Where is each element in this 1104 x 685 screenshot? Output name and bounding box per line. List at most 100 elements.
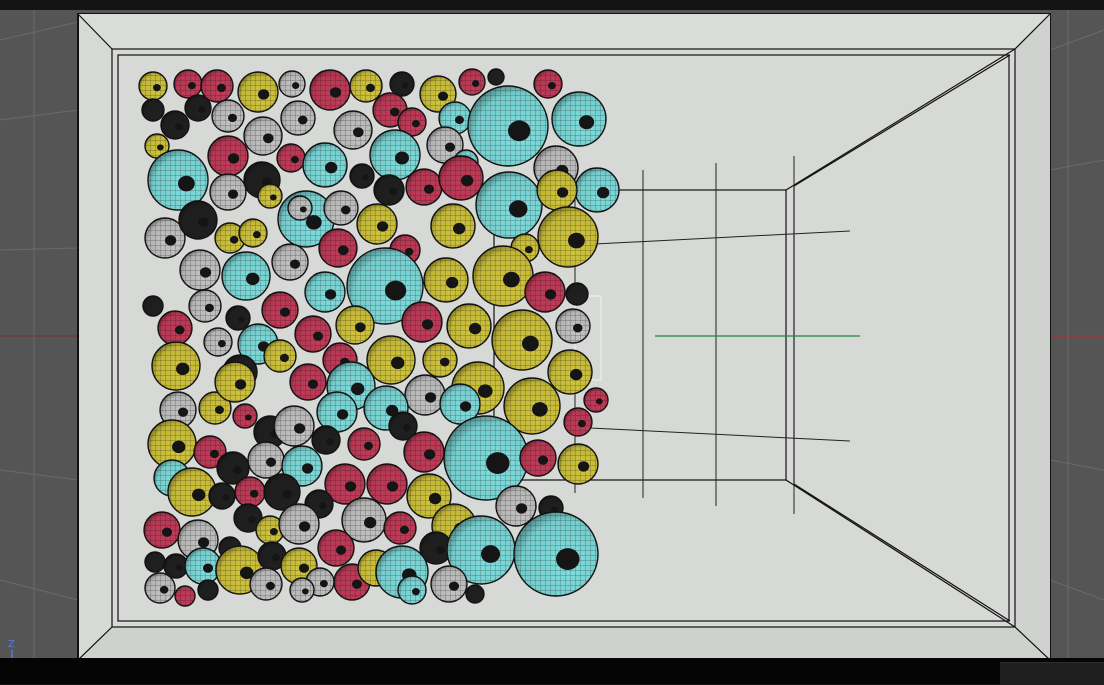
- cyan-sphere: [304, 271, 346, 313]
- pink-sphere: [276, 143, 306, 173]
- yellow-sphere: [366, 335, 416, 385]
- pink-sphere: [261, 291, 299, 329]
- cyan-sphere: [475, 171, 543, 239]
- dark-sphere: [160, 110, 190, 140]
- gray-sphere: [278, 503, 320, 545]
- axis-z-label: Z: [8, 639, 15, 650]
- cyan-sphere: [551, 91, 607, 147]
- yellow-sphere: [257, 183, 283, 209]
- yellow-sphere: [422, 342, 458, 378]
- dark-sphere: [178, 200, 218, 240]
- dark-sphere: [225, 305, 251, 331]
- dark-sphere: [184, 94, 212, 122]
- cyan-sphere: [302, 142, 348, 188]
- yellow-sphere: [537, 206, 599, 268]
- dark-sphere: [208, 482, 236, 510]
- yellow-sphere: [237, 71, 279, 113]
- 3d-viewport[interactable]: Z X: [0, 10, 1104, 658]
- dark-sphere: [197, 579, 219, 601]
- yellow-sphere: [547, 349, 593, 395]
- gray-sphere: [188, 289, 222, 323]
- yellow-sphere: [214, 361, 256, 403]
- dark-sphere: [141, 98, 165, 122]
- pink-sphere: [583, 387, 609, 413]
- yellow-sphere: [430, 203, 476, 249]
- gray-sphere: [249, 567, 283, 601]
- yellow-sphere: [138, 71, 168, 101]
- pink-sphere: [458, 68, 486, 96]
- gray-sphere: [289, 577, 315, 603]
- yellow-sphere: [238, 218, 268, 248]
- scene-render[interactable]: [0, 10, 1104, 658]
- yellow-sphere: [263, 339, 297, 373]
- yellow-sphere: [349, 69, 383, 103]
- cyan-sphere: [397, 575, 427, 605]
- status-bar-panel: [1000, 662, 1104, 685]
- gray-sphere: [273, 405, 315, 447]
- gray-sphere: [404, 374, 446, 416]
- dark-sphere: [144, 551, 166, 573]
- dark-sphere: [142, 295, 164, 317]
- gray-sphere: [243, 116, 283, 156]
- dark-sphere: [373, 174, 405, 206]
- pink-sphere: [403, 431, 445, 473]
- pink-sphere: [143, 511, 181, 549]
- yellow-sphere: [423, 257, 469, 303]
- pink-sphere: [294, 315, 332, 353]
- pink-sphere: [174, 585, 196, 607]
- gray-sphere: [333, 110, 373, 150]
- dark-sphere: [487, 68, 505, 86]
- yellow-sphere: [151, 341, 201, 391]
- cyan-sphere: [513, 511, 599, 597]
- pink-sphere: [318, 228, 358, 268]
- pink-sphere: [289, 363, 327, 401]
- dark-sphere: [311, 425, 341, 455]
- pink-sphere: [401, 301, 443, 343]
- pink-sphere: [533, 69, 563, 99]
- pink-sphere: [173, 69, 203, 99]
- axis-gizmo: Z X: [2, 640, 42, 658]
- cyan-sphere: [574, 167, 620, 213]
- gray-sphere: [209, 173, 247, 211]
- yellow-sphere: [167, 467, 217, 517]
- gray-sphere: [247, 441, 285, 479]
- yellow-sphere: [557, 443, 599, 485]
- yellow-sphere: [536, 169, 578, 211]
- gray-sphere: [144, 572, 176, 604]
- status-bar: [0, 658, 1104, 685]
- yellow-sphere: [491, 309, 553, 371]
- pink-sphere: [519, 439, 557, 477]
- yellow-sphere: [446, 303, 492, 349]
- gray-sphere: [211, 99, 245, 133]
- gray-sphere: [278, 70, 306, 98]
- pink-sphere: [317, 529, 355, 567]
- yellow-sphere: [335, 305, 375, 345]
- gray-sphere: [323, 190, 359, 226]
- gray-sphere: [287, 195, 313, 221]
- dark-sphere: [565, 282, 589, 306]
- pink-sphere: [309, 69, 351, 111]
- dark-sphere: [389, 71, 415, 97]
- pink-sphere: [563, 407, 593, 437]
- pink-sphere: [207, 135, 249, 177]
- pink-sphere: [234, 476, 266, 508]
- gray-sphere: [495, 485, 537, 527]
- pink-sphere: [157, 310, 193, 346]
- gray-sphere: [203, 327, 233, 357]
- gray-sphere: [271, 243, 309, 281]
- yellow-sphere: [472, 245, 534, 307]
- yellow-sphere: [356, 203, 398, 245]
- dark-sphere: [465, 584, 485, 604]
- dark-sphere: [349, 163, 375, 189]
- pink-sphere: [438, 155, 484, 201]
- pink-sphere: [232, 403, 258, 429]
- pink-sphere: [524, 271, 566, 313]
- pink-sphere: [347, 427, 381, 461]
- pink-sphere: [405, 168, 443, 206]
- gray-sphere: [555, 308, 591, 344]
- cyan-sphere: [467, 85, 549, 167]
- gray-sphere: [179, 249, 221, 291]
- cyan-sphere: [221, 251, 271, 301]
- gray-sphere: [430, 565, 468, 603]
- pink-sphere: [383, 511, 417, 545]
